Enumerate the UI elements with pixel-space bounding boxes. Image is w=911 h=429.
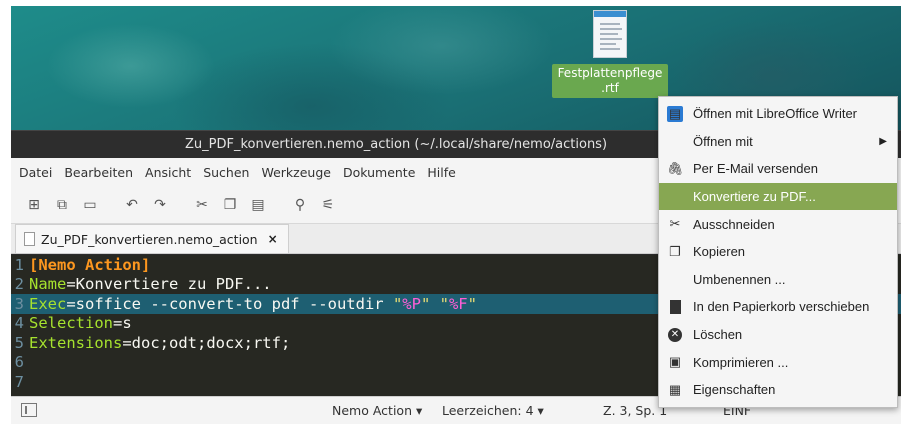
undo-icon[interactable]: ↶ <box>121 194 143 216</box>
indent-selector[interactable]: Leerzeichen: 4 ▾ <box>442 403 544 418</box>
close-tab-icon[interactable]: × <box>268 232 278 246</box>
menu-item-trash[interactable]: In den Papierkorb verschieben <box>659 293 897 321</box>
menu-werkzeuge[interactable]: Werkzeuge <box>261 165 331 180</box>
redo-icon[interactable]: ↷ <box>149 194 171 216</box>
window-title: Zu_PDF_konvertieren.nemo_action (~/.loca… <box>184 137 608 152</box>
libreoffice-writer-icon: ▤ <box>667 105 683 122</box>
tab-label: Zu_PDF_konvertieren.nemo_action <box>41 231 258 247</box>
menu-ansicht[interactable]: Ansicht <box>145 165 191 180</box>
paste-icon[interactable]: ▤ <box>247 194 269 216</box>
sidebar-toggle-icon[interactable] <box>21 403 37 417</box>
menu-hilfe[interactable]: Hilfe <box>427 165 455 180</box>
search-icon[interactable]: ⚲ <box>289 194 311 216</box>
menu-item-convert-pdf[interactable]: Konvertiere zu PDF... <box>659 182 897 211</box>
line-number: 1 <box>14 255 24 274</box>
code-value: =Konvertiere zu PDF... <box>66 275 272 294</box>
tab-document[interactable]: Zu_PDF_konvertieren.nemo_action × <box>15 224 289 253</box>
menu-item-send-email[interactable]: 🖇 Per E-Mail versenden <box>659 155 897 183</box>
code-value: =soffice --convert-to pdf --outdir <box>66 294 393 313</box>
paperclip-icon: 🖇 <box>666 160 684 176</box>
code-quote: " " <box>420 294 449 313</box>
code-value: =s <box>113 314 132 333</box>
menu-item-open-with-writer[interactable]: ▤ Öffnen mit LibreOffice Writer <box>659 100 897 128</box>
code-variable: %P <box>402 294 421 313</box>
delete-icon: ✕ <box>667 327 683 343</box>
menu-item-copy[interactable]: ❐ Kopieren <box>659 238 897 266</box>
code-quote: " <box>467 294 477 313</box>
line-number: 2 <box>14 275 24 294</box>
code-value: =doc;odt;docx;rtf; <box>122 333 291 352</box>
cut-icon[interactable]: ✂ <box>191 194 213 216</box>
section-header: [Nemo Action] <box>29 255 151 274</box>
menu-item-rename[interactable]: Umbenennen ... <box>659 266 897 294</box>
code-key: Exec <box>29 294 67 313</box>
code-key: Extensions <box>29 333 123 352</box>
menu-item-compress[interactable]: ▣ Komprimieren ... <box>659 348 897 376</box>
menu-datei[interactable]: Datei <box>19 165 52 180</box>
line-number: 6 <box>14 353 24 372</box>
context-menu: ▤ Öffnen mit LibreOffice Writer Öffnen m… <box>658 96 898 408</box>
rtf-file-icon <box>593 10 627 58</box>
save-icon[interactable]: ▭ <box>79 194 101 216</box>
code-variable: %F <box>448 294 468 313</box>
menu-item-cut[interactable]: ✂ Ausschneiden <box>659 210 897 238</box>
copy-icon[interactable]: ❐ <box>219 194 241 216</box>
language-selector[interactable]: Nemo Action ▾ <box>332 403 422 418</box>
desktop-file-icon[interactable]: Festplattenpflege .rtf <box>548 10 672 98</box>
menu-item-delete[interactable]: ✕ Löschen <box>659 321 897 349</box>
menu-dokumente[interactable]: Dokumente <box>343 165 415 180</box>
desktop-file-label: Festplattenpflege .rtf <box>551 64 669 98</box>
line-number: 7 <box>14 372 24 391</box>
code-key: Name <box>29 275 67 294</box>
line-number: 3 <box>14 294 24 313</box>
menu-bearbeiten[interactable]: Bearbeiten <box>64 165 133 180</box>
code-quote: " <box>392 294 403 313</box>
menu-item-open-with[interactable]: Öffnen mit ▶ <box>659 128 897 156</box>
line-number: 4 <box>14 314 24 333</box>
code-key: Selection <box>29 314 113 333</box>
screenshot-frame: Festplattenpflege .rtf Zu_PDF_konvertier… <box>11 6 901 424</box>
properties-icon: ▦ <box>668 381 682 397</box>
copy-icon: ❐ <box>669 243 681 259</box>
menu-suchen[interactable]: Suchen <box>203 165 249 180</box>
open-icon[interactable]: ⧉ <box>51 194 73 216</box>
submenu-arrow-icon: ▶ <box>879 135 887 147</box>
scissors-icon: ✂ <box>669 216 681 232</box>
document-icon <box>24 232 35 246</box>
new-document-icon[interactable]: ⊞ <box>23 194 45 216</box>
trash-icon <box>667 299 683 315</box>
replace-icon[interactable]: ⚟ <box>317 194 339 216</box>
menu-item-properties[interactable]: ▦ Eigenschaften <box>659 376 897 404</box>
line-number: 5 <box>14 333 24 352</box>
archive-icon: ▣ <box>668 354 682 370</box>
